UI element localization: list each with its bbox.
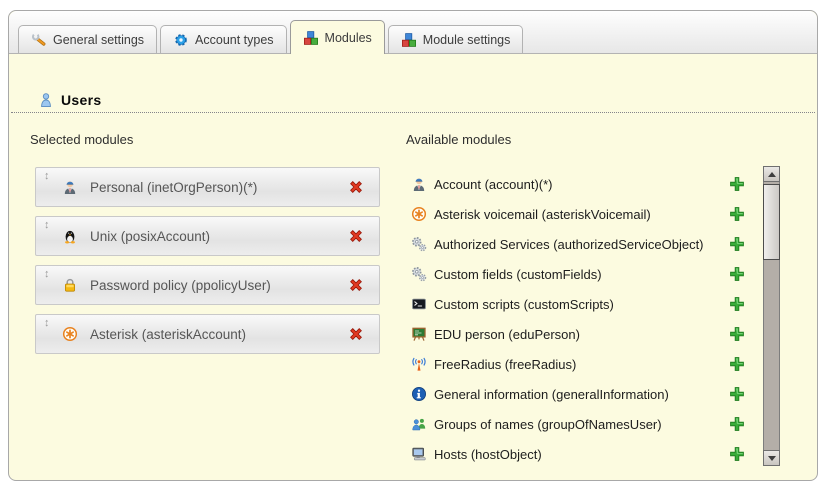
available-module-label: FreeRadius (freeRadius) bbox=[434, 357, 576, 372]
add-icon[interactable] bbox=[729, 206, 745, 222]
available-module-row: FreeRadius (freeRadius) bbox=[411, 349, 745, 379]
available-module-label: Groups of names (groupOfNamesUser) bbox=[434, 417, 662, 432]
asterisk-icon bbox=[411, 206, 427, 222]
available-module-row: Groups of names (groupOfNamesUser) bbox=[411, 409, 745, 439]
person-icon bbox=[62, 179, 78, 195]
available-module-label: EDU person (eduPerson) bbox=[434, 327, 580, 342]
tab-label: General settings bbox=[53, 33, 144, 47]
selected-module-row[interactable]: ↕ Password policy (ppolicyUser) bbox=[35, 265, 380, 305]
scroll-up-button[interactable] bbox=[763, 166, 780, 182]
gears-icon bbox=[411, 266, 427, 282]
gears-icon bbox=[411, 236, 427, 252]
available-module-label: Custom scripts (customScripts) bbox=[434, 297, 614, 312]
available-modules-heading: Available modules bbox=[406, 132, 511, 147]
wrench-icon bbox=[31, 32, 47, 48]
drag-handle-icon[interactable]: ↕ bbox=[44, 220, 50, 231]
user-blue-icon bbox=[38, 92, 54, 108]
scrollbar-thumb[interactable] bbox=[763, 184, 780, 260]
info-icon bbox=[411, 386, 427, 402]
selected-module-row[interactable]: ↕ Unix (posixAccount) bbox=[35, 216, 380, 256]
tab-bar: General settings Account types bbox=[9, 11, 817, 54]
asterisk-icon bbox=[62, 326, 78, 342]
tux-icon bbox=[62, 228, 78, 244]
available-module-label: Hosts (hostObject) bbox=[434, 447, 542, 462]
add-icon[interactable] bbox=[729, 416, 745, 432]
add-icon[interactable] bbox=[729, 356, 745, 372]
available-module-row: Hosts (hostObject) bbox=[411, 439, 745, 469]
selected-modules-heading: Selected modules bbox=[30, 132, 133, 147]
selected-module-label: Asterisk (asteriskAccount) bbox=[90, 315, 339, 353]
tab-general-settings[interactable]: General settings bbox=[18, 25, 157, 53]
section-header-users: Users bbox=[38, 92, 101, 108]
drag-handle-icon[interactable]: ↕ bbox=[44, 269, 50, 280]
delete-icon[interactable] bbox=[348, 326, 364, 342]
tab-label: Module settings bbox=[423, 33, 511, 47]
delete-icon[interactable] bbox=[348, 228, 364, 244]
add-icon[interactable] bbox=[729, 266, 745, 282]
available-module-label: Custom fields (customFields) bbox=[434, 267, 602, 282]
available-module-row: Authorized Services (authorizedServiceOb… bbox=[411, 229, 745, 259]
modules-cubes-icon bbox=[401, 32, 417, 48]
terminal-icon bbox=[411, 296, 427, 312]
available-module-row: General information (generalInformation) bbox=[411, 379, 745, 409]
tab-label: Account types bbox=[195, 33, 274, 47]
section-title: Users bbox=[61, 92, 101, 108]
available-module-label: General information (generalInformation) bbox=[434, 387, 669, 402]
selected-module-label: Unix (posixAccount) bbox=[90, 217, 339, 255]
settings-window: General settings Account types bbox=[8, 10, 818, 481]
tabs: General settings Account types bbox=[18, 20, 526, 53]
add-icon[interactable] bbox=[729, 236, 745, 252]
tab-modules[interactable]: Modules bbox=[290, 20, 385, 54]
tab-module-settings[interactable]: Module settings bbox=[388, 25, 524, 53]
selected-modules-list: ↕ Personal (inetOrgPerson)(*) ↕ bbox=[35, 167, 380, 363]
lock-icon bbox=[62, 277, 78, 293]
available-module-label: Account (account)(*) bbox=[434, 177, 553, 192]
available-module-row: Account (account)(*) bbox=[411, 169, 745, 199]
available-module-row: Custom scripts (customScripts) bbox=[411, 289, 745, 319]
tab-label: Modules bbox=[325, 31, 372, 45]
selected-module-row[interactable]: ↕ Asterisk (asteriskAccount) bbox=[35, 314, 380, 354]
selected-module-label: Personal (inetOrgPerson)(*) bbox=[90, 168, 339, 206]
dotted-divider bbox=[11, 112, 815, 113]
available-module-row: Custom fields (customFields) bbox=[411, 259, 745, 289]
add-icon[interactable] bbox=[729, 326, 745, 342]
scrollbar[interactable] bbox=[763, 166, 780, 466]
selected-module-row[interactable]: ↕ Personal (inetOrgPerson)(*) bbox=[35, 167, 380, 207]
arrow-up-icon bbox=[768, 172, 776, 177]
arrow-down-icon bbox=[768, 456, 776, 461]
delete-icon[interactable] bbox=[348, 277, 364, 293]
available-module-label: Asterisk voicemail (asteriskVoicemail) bbox=[434, 207, 651, 222]
antenna-icon bbox=[411, 356, 427, 372]
blue-gear-icon bbox=[173, 32, 189, 48]
delete-icon[interactable] bbox=[348, 179, 364, 195]
add-icon[interactable] bbox=[729, 176, 745, 192]
drag-handle-icon[interactable]: ↕ bbox=[44, 318, 50, 329]
tab-account-types[interactable]: Account types bbox=[160, 25, 287, 53]
person-icon bbox=[411, 176, 427, 192]
add-icon[interactable] bbox=[729, 446, 745, 462]
available-module-label: Authorized Services (authorizedServiceOb… bbox=[434, 237, 704, 252]
group-icon bbox=[411, 416, 427, 432]
scroll-down-button[interactable] bbox=[763, 450, 780, 466]
add-icon[interactable] bbox=[729, 296, 745, 312]
available-module-row: Asterisk voicemail (asteriskVoicemail) bbox=[411, 199, 745, 229]
add-icon[interactable] bbox=[729, 386, 745, 402]
available-module-row: EDU person (eduPerson) bbox=[411, 319, 745, 349]
available-modules-list: Account (account)(*) Aste bbox=[411, 169, 745, 469]
selected-module-label: Password policy (ppolicyUser) bbox=[90, 266, 339, 304]
modules-cubes-icon bbox=[303, 30, 319, 46]
host-icon bbox=[411, 446, 427, 462]
chalkboard-icon bbox=[411, 326, 427, 342]
drag-handle-icon[interactable]: ↕ bbox=[44, 171, 50, 182]
